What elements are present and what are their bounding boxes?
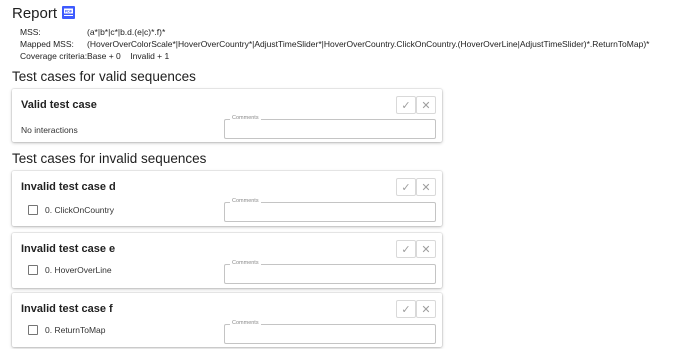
step-checkbox[interactable] — [28, 205, 38, 215]
reject-button[interactable]: ✕ — [416, 178, 436, 196]
coverage-label: Coverage criteria: — [20, 51, 88, 61]
confirm-button[interactable]: ✓ — [396, 240, 416, 258]
mapped-mss-label: Mapped MSS: — [20, 39, 74, 49]
close-icon: ✕ — [421, 181, 431, 194]
card-title: Invalid test case d — [21, 181, 116, 193]
comments-field[interactable]: Comments — [224, 320, 436, 344]
card-title: Invalid test case e — [21, 243, 116, 255]
mapped-mss-value: (HoverOverColorScale*|HoverOverCountry*|… — [87, 39, 650, 49]
step-label: 0. ClickOnCountry — [45, 205, 114, 215]
check-icon: ✓ — [401, 243, 411, 256]
confirm-button[interactable]: ✓ — [396, 300, 416, 318]
invalid-test-case-e-card: Invalid test case e ✓ ✕ 0. HoverOverLine… — [12, 233, 442, 288]
card-title: Valid test case — [21, 99, 97, 111]
confirm-button[interactable]: ✓ — [396, 96, 416, 114]
mss-label: MSS: — [20, 27, 41, 37]
step-label: 0. HoverOverLine — [45, 265, 112, 275]
mapped-mss-row: Mapped MSS: (HoverOverColorScale*|HoverOv… — [20, 39, 649, 49]
check-icon: ✓ — [401, 303, 411, 316]
reject-button[interactable]: ✕ — [416, 96, 436, 114]
mss-row: MSS: (a*|b*|c*|b.d.(e|c)*.f)* — [20, 27, 165, 37]
invalid-test-case-f-card: Invalid test case f ✓ ✕ 0. ReturnToMap C… — [12, 293, 442, 347]
valid-test-case-card: Valid test case ✓ ✕ No interactions Comm… — [12, 89, 442, 142]
comments-field[interactable]: Comments — [224, 115, 436, 139]
pdf-icon[interactable]: PDF — [62, 6, 75, 19]
check-icon: ✓ — [401, 181, 411, 194]
valid-section-title: Test cases for valid sequences — [12, 69, 196, 84]
comments-label: Comments — [230, 115, 261, 121]
no-interactions-text: No interactions — [21, 125, 78, 135]
pdf-icon-label: PDF — [65, 10, 73, 14]
close-icon: ✕ — [421, 99, 431, 112]
invalid-section-title: Test cases for invalid sequences — [12, 151, 207, 166]
step-row: 0. HoverOverLine — [28, 265, 112, 275]
comments-field[interactable]: Comments — [224, 198, 436, 222]
step-checkbox[interactable] — [28, 265, 38, 275]
step-label: 0. ReturnToMap — [45, 325, 106, 335]
coverage-invalid: Invalid + 1 — [130, 51, 170, 61]
close-icon: ✕ — [421, 243, 431, 256]
close-icon: ✕ — [421, 303, 431, 316]
reject-button[interactable]: ✕ — [416, 240, 436, 258]
step-row: 0. ReturnToMap — [28, 325, 105, 335]
check-icon: ✓ — [401, 99, 411, 112]
comments-label: Comments — [230, 320, 261, 326]
step-checkbox[interactable] — [28, 325, 38, 335]
confirm-button[interactable]: ✓ — [396, 178, 416, 196]
reject-button[interactable]: ✕ — [416, 300, 436, 318]
comments-field[interactable]: Comments — [224, 260, 436, 284]
report-title: Report — [12, 5, 58, 22]
invalid-test-case-d-card: Invalid test case d ✓ ✕ 0. ClickOnCountr… — [12, 171, 442, 226]
mss-value: (a*|b*|c*|b.d.(e|c)*.f)* — [87, 27, 166, 37]
step-row: 0. ClickOnCountry — [28, 205, 114, 215]
coverage-row: Coverage criteria:Base + 0 Invalid + 1 — [20, 51, 169, 61]
coverage-base: Base + 0 — [87, 51, 121, 61]
card-title: Invalid test case f — [21, 303, 113, 315]
comments-label: Comments — [230, 260, 261, 266]
comments-label: Comments — [230, 198, 261, 204]
